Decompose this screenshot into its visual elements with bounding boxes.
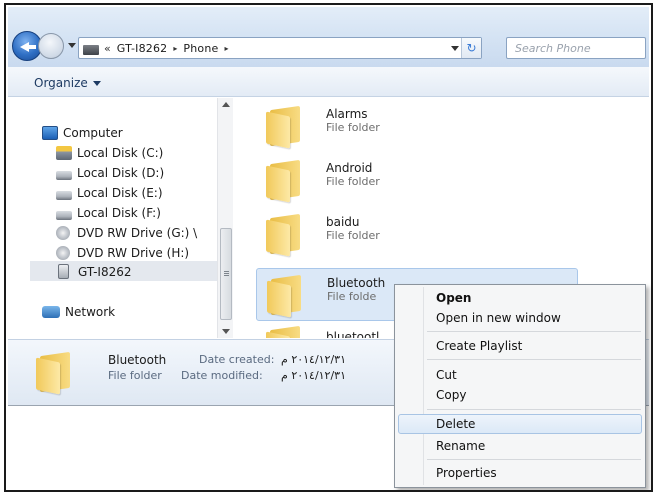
navigation-bar: « GT-I8262 ▸ Phone ▸ ↻ Search Phone [8, 7, 649, 67]
scroll-up-icon[interactable] [222, 102, 230, 107]
nav-item-label: Network [65, 305, 116, 319]
date-modified-label: Date modified: [181, 369, 263, 382]
file-name: Bluetooth [327, 276, 386, 290]
nav-item-label: Computer [63, 126, 123, 140]
scroll-down-icon[interactable] [222, 329, 230, 334]
menu-item-properties[interactable]: Properties [398, 463, 642, 483]
menu-item-create-playlist[interactable]: Create Playlist [398, 336, 642, 356]
file-type: File folde [327, 290, 377, 303]
navigation-pane: Computer Local Disk (C:) Local Disk (D:)… [8, 98, 232, 338]
folder-icon [266, 213, 304, 257]
hard-disk-icon [56, 170, 72, 180]
details-type: File folder [108, 369, 162, 382]
folder-icon [267, 274, 305, 318]
nav-item-disk-c[interactable]: Local Disk (C:) [56, 146, 163, 160]
hard-disk-icon [56, 190, 72, 200]
file-name: Android [326, 161, 373, 175]
menu-item-delete[interactable]: Delete [398, 414, 642, 434]
nav-item-dvd-g[interactable]: DVD RW Drive (G:) \ [56, 226, 197, 240]
list-item[interactable]: Android File folder [256, 154, 576, 206]
screenshot-frame: « GT-I8262 ▸ Phone ▸ ↻ Search Phone Orga… [4, 3, 653, 492]
menu-item-open[interactable]: Open [398, 288, 642, 308]
dvd-drive-icon [56, 246, 70, 260]
menu-separator [427, 459, 641, 460]
recent-pages-dropdown[interactable] [68, 43, 76, 48]
address-dropdown-icon[interactable] [451, 46, 459, 51]
breadcrumb-separator-icon[interactable]: ▸ [224, 44, 228, 53]
file-name: baidu [326, 215, 360, 229]
breadcrumb-phone[interactable]: Phone [183, 42, 218, 55]
context-menu: Open Open in new window Create Playlist … [394, 284, 646, 488]
date-created-label: Date created: [199, 353, 275, 366]
nav-item-disk-e[interactable]: Local Disk (E:) [56, 186, 163, 200]
folder-icon [36, 351, 74, 395]
nav-item-disk-f[interactable]: Local Disk (F:) [56, 206, 161, 220]
dvd-drive-icon [56, 226, 70, 240]
nav-item-gt-i8262[interactable]: GT-I8262 [56, 264, 132, 279]
hard-disk-icon [56, 210, 72, 220]
menu-item-open-new-window[interactable]: Open in new window [398, 308, 642, 328]
address-bar[interactable]: « GT-I8262 ▸ Phone ▸ ↻ [78, 37, 482, 59]
nav-item-label: Local Disk (F:) [77, 206, 161, 220]
device-icon [83, 45, 99, 55]
file-name: bluetootl [326, 330, 380, 338]
grip-icon [224, 271, 229, 272]
file-type: File folder [326, 229, 380, 242]
list-item[interactable]: baidu File folder [256, 208, 576, 260]
refresh-icon[interactable]: ↻ [461, 38, 481, 58]
nav-item-label: DVD RW Drive (H:) [77, 246, 190, 260]
file-name: Alarms [326, 107, 368, 121]
folder-icon [266, 105, 304, 149]
nav-item-dvd-h[interactable]: DVD RW Drive (H:) [56, 246, 189, 260]
menu-separator [427, 331, 641, 332]
nav-item-label: Local Disk (E:) [77, 186, 163, 200]
date-modified-value: ٢٠١٤/١٢/٣١ م [281, 369, 346, 382]
organize-button[interactable]: Organize [34, 76, 101, 90]
details-name: Bluetooth [108, 353, 167, 367]
date-created-value: ٢٠١٤/١٢/٣١ م [281, 353, 346, 366]
hard-disk-icon [56, 146, 72, 160]
menu-separator [427, 409, 641, 410]
network-icon [42, 306, 60, 318]
menu-item-rename[interactable]: Rename [398, 436, 642, 456]
menu-separator [427, 359, 641, 360]
address-overflow-chevron[interactable]: « [104, 42, 111, 55]
forward-button[interactable] [38, 33, 64, 59]
nav-item-label: Local Disk (C:) [77, 146, 164, 160]
phone-device-icon [58, 264, 69, 279]
nav-item-label: DVD RW Drive (G:) \ [77, 226, 198, 240]
nav-item-disk-d[interactable]: Local Disk (D:) [56, 166, 164, 180]
menu-item-cut[interactable]: Cut [398, 365, 642, 385]
folder-icon [266, 325, 304, 338]
file-type: File folder [326, 121, 380, 134]
breadcrumb-gt-i8262[interactable]: GT-I8262 [117, 42, 168, 55]
folder-icon [266, 159, 304, 203]
scroll-thumb[interactable] [220, 228, 232, 320]
nav-item-label: GT-I8262 [78, 264, 132, 279]
nav-scrollbar[interactable] [217, 98, 233, 338]
list-item[interactable]: Alarms File folder [256, 100, 576, 152]
chevron-down-icon [92, 81, 101, 86]
nav-item-network[interactable]: Network [42, 305, 115, 319]
computer-icon [42, 126, 58, 140]
file-type: File folder [326, 175, 380, 188]
organize-label: Organize [34, 76, 88, 90]
nav-item-label: Local Disk (D:) [77, 166, 165, 180]
nav-item-computer[interactable]: Computer [42, 126, 123, 140]
search-input[interactable]: Search Phone [506, 37, 646, 59]
breadcrumb-separator-icon[interactable]: ▸ [173, 44, 177, 53]
command-toolbar: Organize [8, 67, 649, 97]
menu-item-copy[interactable]: Copy [398, 385, 642, 405]
